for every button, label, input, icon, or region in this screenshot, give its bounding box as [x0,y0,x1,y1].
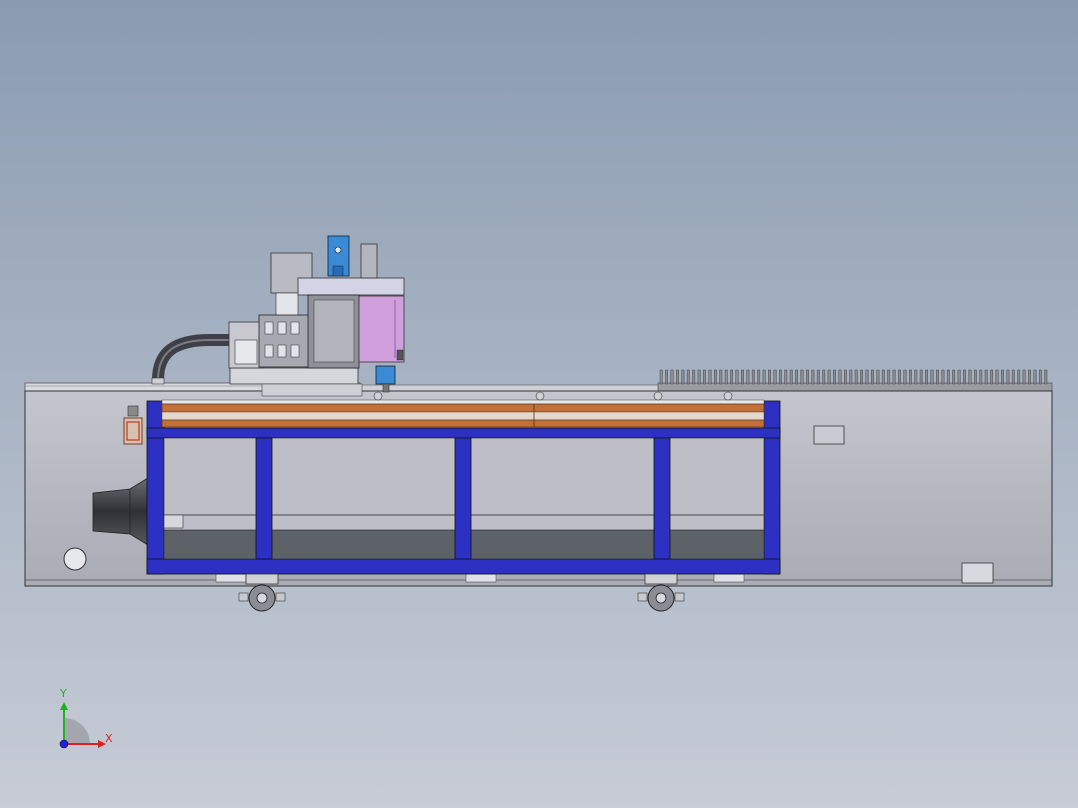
rack-tooth [703,369,706,385]
rack-tooth [751,369,755,385]
rack-tooth [914,369,918,385]
rack-tooth [697,369,701,385]
rack-tooth [784,369,788,385]
rack-tooth [838,369,842,385]
clamp-bolt [653,391,663,401]
rack-tooth [876,369,880,385]
rack-tooth [936,369,939,385]
rack-tooth [676,369,679,385]
rack-tooth [789,369,793,385]
rack-tooth [925,369,929,385]
rack-tooth [795,369,799,385]
rack-tooth [919,369,923,385]
rack-tooth [903,369,907,385]
rack-tooth [665,369,669,385]
z-axis-dot [59,739,69,749]
rack-tooth [930,369,934,385]
rack-tooth [762,369,766,385]
rack-tooth [854,369,858,385]
foot-block [961,562,994,584]
rack-tooth [746,369,750,385]
rack-tooth [984,369,988,385]
cad-viewport[interactable]: X Y [0,0,1078,808]
rack-tooth [816,369,820,385]
gantry-head [151,235,405,397]
rack-tooth [1044,369,1048,385]
rack-tooth [827,369,831,385]
clamp-bolt [723,391,733,401]
clamp-bolt [535,391,545,401]
rack-tooth [686,369,690,385]
y-axis-label: Y [59,687,67,700]
caster-wheel [238,573,286,612]
rack-tooth [811,369,815,385]
rack-tooth [800,369,804,385]
rack-tooth [871,369,874,385]
rack-tooth [892,369,896,385]
rack-tooth [963,369,966,385]
rack-tooth [946,369,950,385]
rack-tooth [952,369,956,385]
rack-tooth [822,369,826,385]
rack-tooth [1028,369,1031,385]
rack-tooth [1038,369,1042,385]
rack-tooth [773,369,777,385]
x-axis-label: X [105,732,113,745]
machine-drawing: X Y [24,235,1053,749]
rack-tooth [806,369,809,385]
rack-tooth [941,369,945,385]
rack-tooth [881,369,885,385]
rack-tooth [865,369,869,385]
rack-tooth [844,369,847,385]
rack-tooth [898,369,901,385]
rack-tooth [979,369,983,385]
coordinate-triad: X Y [59,687,113,749]
rack-tooth [768,369,771,385]
rack-tooth [735,369,739,385]
rack-tooth [719,369,723,385]
rack-tooth [659,369,663,385]
rack-tooth [1006,369,1010,385]
rack-tooth [779,369,782,385]
rack-tooth [1033,369,1037,385]
rack-tooth [741,369,744,385]
rack-tooth [708,369,712,385]
rack-tooth [995,369,999,385]
rack-tooth [909,369,912,385]
rack-tooth [724,369,728,385]
rack-tooth [1017,369,1021,385]
rack-tooth [670,369,674,385]
gear-rack [657,369,1053,392]
access-panel [813,425,845,445]
rack-tooth [968,369,972,385]
rack-tooth [974,369,977,385]
clamp-bolt [373,391,383,401]
rack-tooth [681,369,685,385]
rack-tooth [714,369,717,385]
rack-tooth [990,369,994,385]
rack-tooth [692,369,696,385]
triad-plane-icon [64,718,90,744]
rack-tooth [957,369,961,385]
rack-tooth [730,369,734,385]
rack-tooth [1011,369,1015,385]
rack-tooth [1022,369,1026,385]
rack-tooth [849,369,853,385]
port-hole [63,547,87,571]
rack-tooth [887,369,891,385]
rack-tooth [833,369,836,385]
caster-wheel [637,573,685,612]
rack-tooth [860,369,864,385]
rack-tooth [757,369,761,385]
rack-tooth [1001,369,1004,385]
